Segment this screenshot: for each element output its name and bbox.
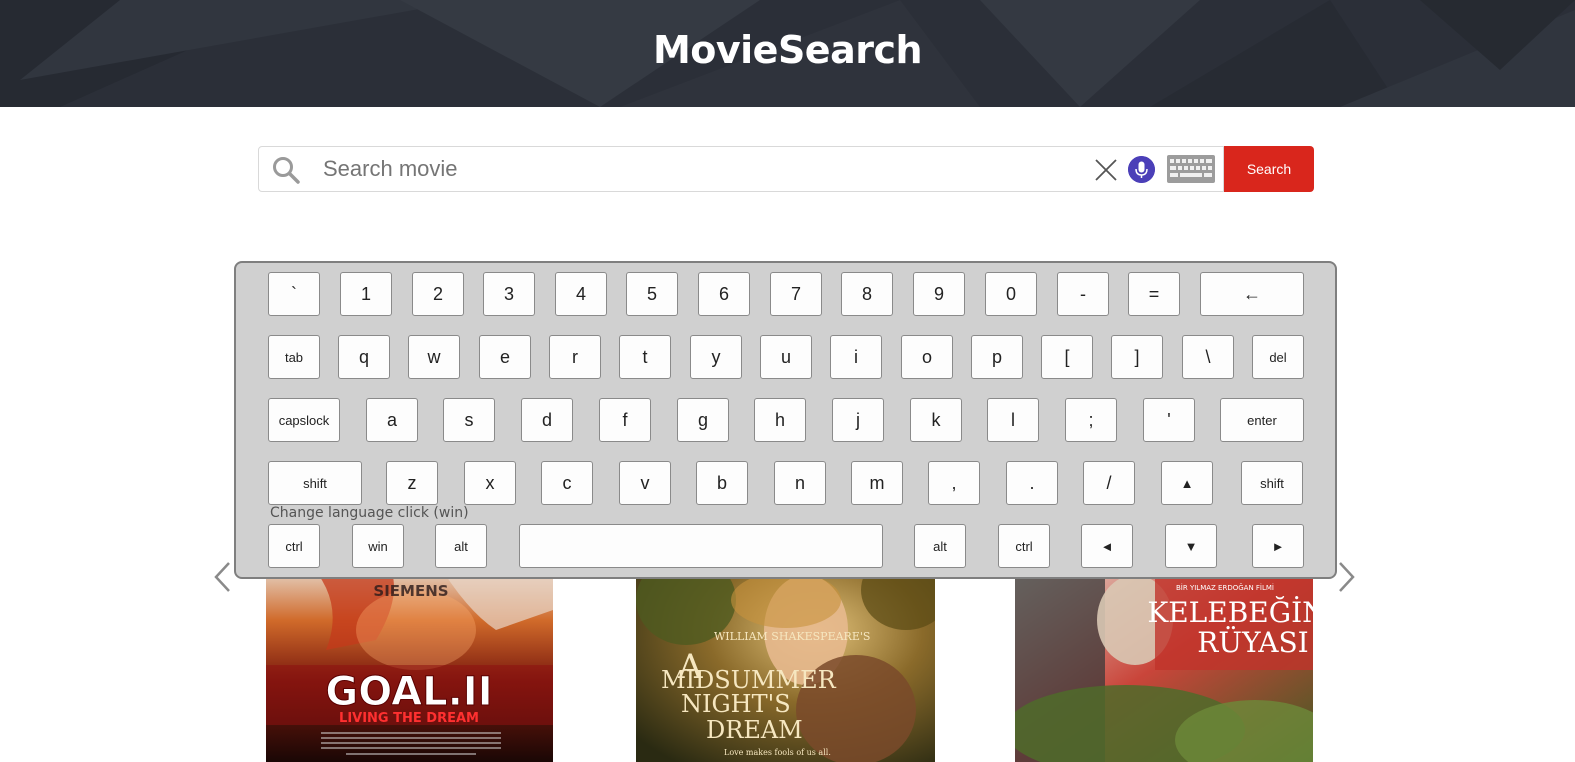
- microphone-icon[interactable]: [1128, 156, 1155, 183]
- key-r1c9[interactable]: o: [901, 335, 953, 379]
- key-r0c12[interactable]: =: [1128, 272, 1180, 316]
- key-r1c11[interactable]: [: [1041, 335, 1093, 379]
- key-r0c4[interactable]: 4: [555, 272, 607, 316]
- key-r2c4[interactable]: f: [599, 398, 651, 442]
- key-r3c10[interactable]: /: [1083, 461, 1135, 505]
- key-r2c3[interactable]: d: [521, 398, 573, 442]
- key-r3c2[interactable]: x: [464, 461, 516, 505]
- poster-sponsor: SIEMENS: [373, 582, 448, 600]
- key-r1c8[interactable]: i: [830, 335, 882, 379]
- key-r3c11[interactable]: ▲: [1161, 461, 1213, 505]
- key-r4c1[interactable]: win: [352, 524, 404, 568]
- key-r4c8[interactable]: ►: [1252, 524, 1304, 568]
- movie-poster-midsummer[interactable]: WILLIAM SHAKESPEARE'S A MIDSUMMER NIGHT'…: [636, 560, 935, 762]
- key-r3c7[interactable]: m: [851, 461, 903, 505]
- poster-tagline: Love makes fools of us all.: [724, 748, 831, 757]
- key-r1c4[interactable]: r: [549, 335, 601, 379]
- key-r3c8[interactable]: ,: [928, 461, 980, 505]
- key-r3c1[interactable]: z: [386, 461, 438, 505]
- key-r3c4[interactable]: v: [619, 461, 671, 505]
- key-r1c5[interactable]: t: [619, 335, 671, 379]
- key-r3c6[interactable]: n: [774, 461, 826, 505]
- poster-credit: BİR YILMAZ ERDOĞAN FİLMİ: [1176, 583, 1274, 592]
- key-r1c7[interactable]: u: [760, 335, 812, 379]
- key-r4c0[interactable]: ctrl: [268, 524, 320, 568]
- key-r3c12[interactable]: shift: [1241, 461, 1303, 505]
- key-r4c4[interactable]: alt: [914, 524, 966, 568]
- key-r0c3[interactable]: 3: [483, 272, 535, 316]
- key-r0c8[interactable]: 8: [841, 272, 893, 316]
- search-input[interactable]: [323, 153, 1083, 185]
- key-r2c6[interactable]: h: [754, 398, 806, 442]
- key-r3c9[interactable]: .: [1006, 461, 1058, 505]
- key-r0c10[interactable]: 0: [985, 272, 1037, 316]
- poster-title: GOAL.II: [325, 669, 492, 715]
- key-r3c0[interactable]: shift: [268, 461, 362, 505]
- key-r2c2[interactable]: s: [443, 398, 495, 442]
- key-r1c12[interactable]: ]: [1111, 335, 1163, 379]
- key-r2c7[interactable]: j: [832, 398, 884, 442]
- key-r1c13[interactable]: \: [1182, 335, 1234, 379]
- key-r0c0[interactable]: `: [268, 272, 320, 316]
- key-r2c11[interactable]: ': [1143, 398, 1195, 442]
- poster-byline: WILLIAM SHAKESPEARE'S: [714, 630, 870, 643]
- key-r4c5[interactable]: ctrl: [998, 524, 1050, 568]
- key-r2c12[interactable]: enter: [1220, 398, 1304, 442]
- site-title: MovieSearch: [652, 28, 923, 72]
- key-r4c6[interactable]: ◄: [1081, 524, 1133, 568]
- key-r3c3[interactable]: c: [541, 461, 593, 505]
- poster-subtitle: LIVING THE DREAM: [339, 711, 479, 726]
- key-r2c9[interactable]: l: [987, 398, 1039, 442]
- key-r0c5[interactable]: 5: [626, 272, 678, 316]
- chevron-right-icon[interactable]: [1336, 560, 1358, 594]
- key-r0c13[interactable]: ←: [1200, 272, 1304, 316]
- virtual-keyboard: Change language click (win) ` 1 2 3 4 5 6 7 8 9 0-…: [234, 261, 1337, 579]
- key-r1c1[interactable]: q: [338, 335, 390, 379]
- key-r2c10[interactable]: ;: [1065, 398, 1117, 442]
- movie-poster-goal-ii[interactable]: SIEMENS GOAL.II LIVING THE DREAM: [266, 560, 553, 762]
- key-r2c8[interactable]: k: [910, 398, 962, 442]
- key-r1c6[interactable]: y: [690, 335, 742, 379]
- key-r0c7[interactable]: 7: [770, 272, 822, 316]
- app-root: MovieSearch Search movie Search SIEMENS …: [0, 0, 1575, 762]
- key-r2c5[interactable]: g: [677, 398, 729, 442]
- key-r0c2[interactable]: 2: [412, 272, 464, 316]
- key-r1c10[interactable]: p: [971, 335, 1023, 379]
- key-space[interactable]: [519, 524, 883, 568]
- close-icon[interactable]: [1094, 158, 1118, 182]
- poster-title-line: DREAM: [706, 716, 803, 744]
- key-r3c5[interactable]: b: [696, 461, 748, 505]
- key-r1c2[interactable]: w: [408, 335, 460, 379]
- key-r2c0[interactable]: capslock: [268, 398, 340, 442]
- search-bar: [258, 146, 1224, 192]
- key-r2c1[interactable]: a: [366, 398, 418, 442]
- site-header: MovieSearch: [0, 0, 1575, 107]
- chevron-left-icon[interactable]: [211, 560, 233, 594]
- key-r1c0[interactable]: tab: [268, 335, 320, 379]
- keyboard-icon[interactable]: [1167, 155, 1215, 183]
- movie-poster-kelebegin-ruyasi[interactable]: BİR YILMAZ ERDOĞAN FİLMİ KELEBEĞİN RÜYAS…: [1015, 560, 1313, 762]
- key-r1c14[interactable]: del: [1252, 335, 1304, 379]
- key-r0c9[interactable]: 9: [913, 272, 965, 316]
- poster-image: SIEMENS GOAL.II LIVING THE DREAM: [266, 560, 553, 762]
- search-icon: [273, 157, 300, 184]
- key-r4c2[interactable]: alt: [435, 524, 487, 568]
- key-r0c1[interactable]: 1: [340, 272, 392, 316]
- key-r0c11[interactable]: -: [1057, 272, 1109, 316]
- poster-image: BİR YILMAZ ERDOĞAN FİLMİ KELEBEĞİN RÜYAS…: [1015, 560, 1313, 762]
- key-r4c7[interactable]: ▼: [1165, 524, 1217, 568]
- poster-title-line2: RÜYASI: [1197, 625, 1308, 659]
- key-r0c6[interactable]: 6: [698, 272, 750, 316]
- key-r1c3[interactable]: e: [479, 335, 531, 379]
- keyboard-language-hint: Change language click (win): [270, 505, 469, 521]
- poster-title-line: NIGHT'S: [681, 690, 791, 718]
- poster-image: WILLIAM SHAKESPEARE'S A MIDSUMMER NIGHT'…: [636, 560, 935, 762]
- search-button[interactable]: Search: [1224, 146, 1314, 192]
- poster-title: KELEBEĞİN: [1147, 595, 1313, 629]
